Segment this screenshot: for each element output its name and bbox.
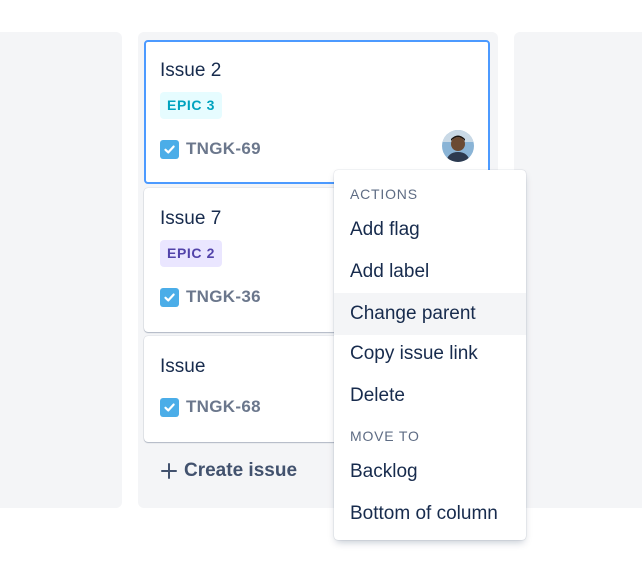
menu-heading-move-to: MOVE TO: [350, 428, 420, 444]
menu-item-backlog[interactable]: Backlog: [334, 451, 526, 493]
menu-item-bottom-of-column[interactable]: Bottom of column: [334, 493, 526, 535]
task-checkbox-icon: [160, 287, 179, 307]
issue-key[interactable]: TNGK-36: [186, 287, 261, 307]
card-context-menu: ACTIONS Add flag Add label Change parent…: [334, 170, 526, 540]
issue-key[interactable]: TNGK-69: [186, 139, 261, 159]
issue-key-row: TNGK-68: [160, 397, 261, 417]
issue-title: Issue: [160, 356, 206, 377]
issue-key[interactable]: TNGK-68: [186, 397, 261, 417]
issue-title: Issue 7: [160, 208, 222, 229]
menu-heading-actions: ACTIONS: [350, 186, 418, 202]
assignee-avatar[interactable]: [442, 130, 474, 162]
task-checkbox-icon: [160, 139, 179, 159]
menu-item-change-parent[interactable]: Change parent: [334, 293, 526, 335]
board-column-right: [514, 32, 642, 508]
issue-title: Issue 2: [160, 60, 222, 81]
epic-badge: EPIC 2: [160, 240, 222, 267]
epic-badge: EPIC 3: [160, 92, 222, 119]
menu-item-add-flag[interactable]: Add flag: [334, 209, 526, 251]
issue-key-row: TNGK-69: [160, 139, 261, 159]
task-checkbox-icon: [160, 397, 179, 417]
issue-key-row: TNGK-36: [160, 287, 261, 307]
board-column-left: [0, 32, 122, 508]
create-issue-button[interactable]: Create issue: [160, 458, 297, 484]
issue-card[interactable]: Issue 2 EPIC 3 TNGK-69: [144, 40, 490, 184]
menu-item-delete[interactable]: Delete: [334, 375, 526, 417]
menu-item-add-label[interactable]: Add label: [334, 251, 526, 293]
create-issue-label: Create issue: [184, 460, 298, 481]
plus-icon: [160, 458, 178, 484]
menu-item-copy-issue-link[interactable]: Copy issue link: [334, 333, 526, 375]
